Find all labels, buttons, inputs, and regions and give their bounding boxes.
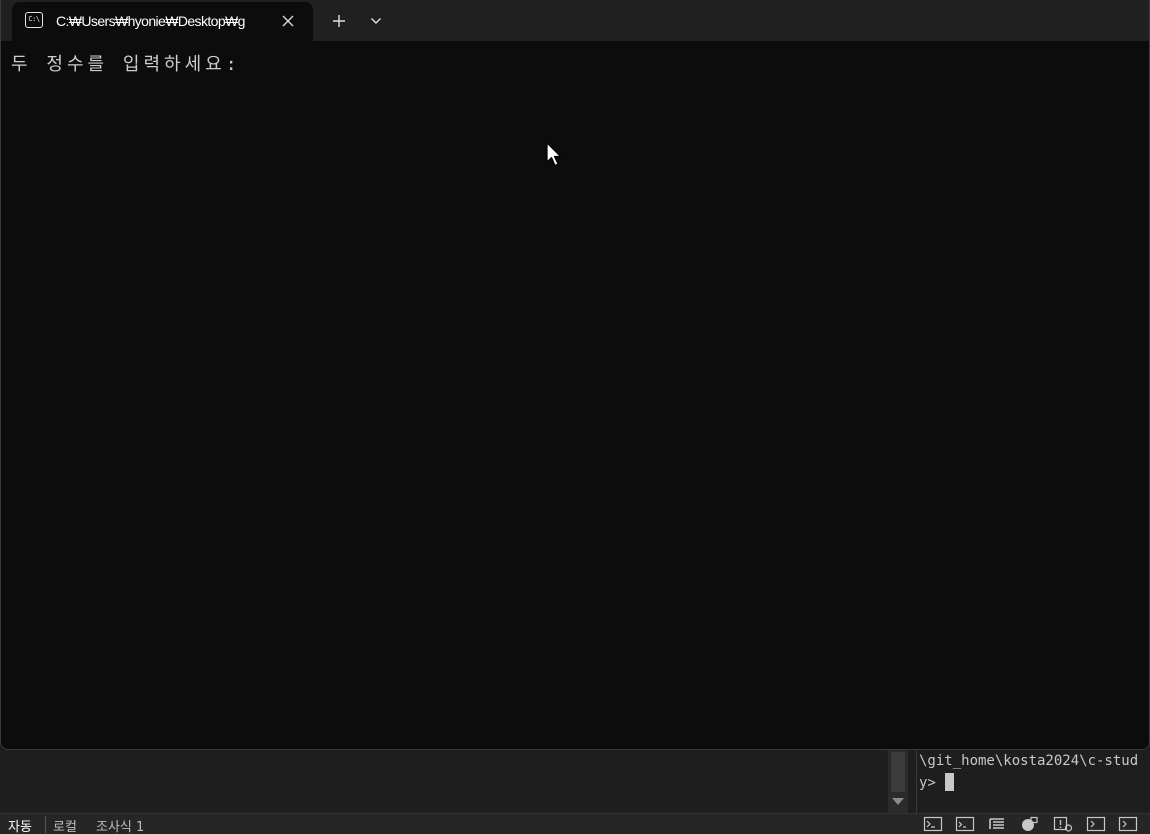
breakpoints-icon[interactable] [1019, 816, 1039, 832]
plus-icon [333, 15, 345, 27]
tab-active[interactable]: C:\ C:₩Users₩hyonie₩Desktop₩g [12, 2, 313, 41]
tab-title: C:₩Users₩hyonie₩Desktop₩g [56, 13, 245, 29]
tab-auto[interactable]: 자동 [8, 816, 32, 834]
screen: C:\ C:₩Users₩hyonie₩Desktop₩g 두 정수를 입력하세… [0, 0, 1150, 834]
tab-watch[interactable]: 조사식 1 [96, 816, 144, 834]
terminal-output-line: 두 정수를 입력하세요: [11, 54, 241, 75]
text-cursor [945, 773, 954, 791]
terminal-content[interactable]: 두 정수를 입력하세요: [1, 41, 1149, 749]
call-stack-icon[interactable] [987, 816, 1007, 832]
exception-settings-icon[interactable] [1053, 816, 1073, 832]
terminal-icon[interactable] [923, 816, 943, 832]
output-window-icon[interactable] [1118, 816, 1138, 832]
mouse-pointer-icon [546, 142, 562, 167]
ide-terminal-prompt: y> [919, 775, 936, 791]
tab-close-button[interactable] [277, 10, 299, 32]
ide-terminal-panel[interactable]: \git_home\kosta2024\c-stud y> [918, 750, 1150, 813]
new-tab-button[interactable] [323, 6, 355, 36]
console-icon: C:\ [25, 12, 43, 28]
panel-divider [916, 750, 917, 813]
scroll-down-icon[interactable] [892, 798, 904, 805]
close-icon [282, 15, 294, 27]
tab-dropdown-button[interactable] [361, 6, 391, 36]
ide-scrollbar[interactable] [888, 750, 908, 813]
ide-background: \git_home\kosta2024\c-stud y> 자동 로컬 조사식 … [0, 750, 1150, 834]
scrollbar-thumb[interactable] [891, 752, 905, 792]
ide-terminal-path: \git_home\kosta2024\c-stud [919, 753, 1139, 769]
tab-local[interactable]: 로컬 [53, 816, 77, 834]
debug-statusbar: 자동 로컬 조사식 1 [0, 813, 1150, 834]
chevron-down-icon [371, 18, 381, 24]
developer-terminal-icon[interactable] [955, 816, 975, 832]
immediate-window-icon[interactable] [1086, 816, 1106, 832]
tab-separator [45, 816, 46, 833]
ide-panel [0, 750, 886, 813]
tab-bar: C:\ C:₩Users₩hyonie₩Desktop₩g [1, 0, 1149, 41]
terminal-window: C:\ C:₩Users₩hyonie₩Desktop₩g 두 정수를 입력하세… [0, 0, 1150, 750]
